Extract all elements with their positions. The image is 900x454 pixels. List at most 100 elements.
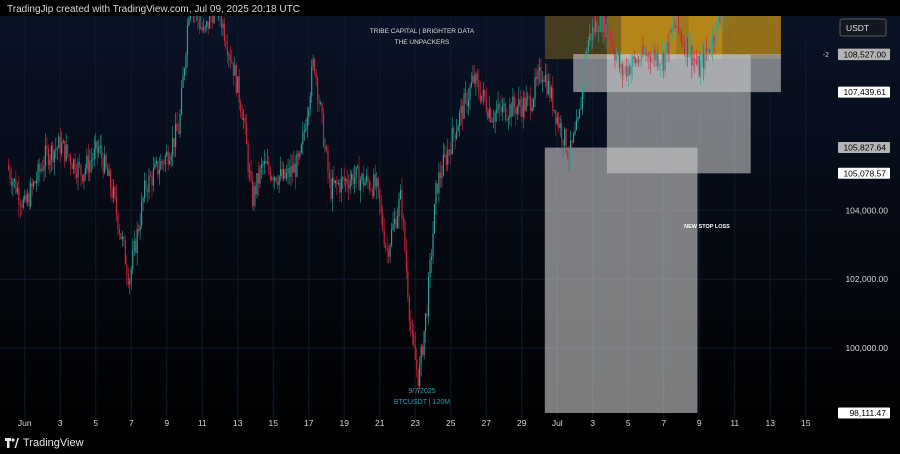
candle-body: [630, 66, 632, 75]
candle-body: [512, 96, 514, 117]
candle-body: [359, 180, 362, 191]
price-badge-label: 108,527.00: [843, 50, 886, 60]
candle-body: [414, 344, 416, 360]
price-chart[interactable]: 100,000.00102,000.00104,000.00112,000.00…: [0, 0, 900, 454]
candle-body: [516, 106, 518, 114]
candle-body: [34, 181, 36, 184]
candle-body: [234, 65, 236, 76]
candle-body: [198, 19, 200, 29]
candle-body: [670, 29, 672, 32]
candle-body: [67, 144, 69, 155]
candle-body: [290, 165, 292, 177]
candle-body: [427, 276, 430, 317]
candle-body: [537, 71, 539, 80]
candle-body: [178, 130, 180, 134]
candle-body: [531, 107, 533, 112]
candle-body: [691, 45, 693, 66]
candle-body: [278, 176, 280, 186]
candle-body: [126, 264, 128, 275]
candle-body: [358, 166, 360, 191]
candle-body: [466, 93, 468, 107]
watermark-line-1: TRIBE CAPITAL | BRIGHTER DATA: [370, 28, 475, 35]
candle-body: [704, 47, 706, 69]
price-badge-label: 105,827.64: [843, 143, 886, 153]
candle-body: [320, 103, 322, 105]
currency-label: USDT: [846, 23, 869, 33]
candle-body: [249, 170, 251, 172]
candle-body: [27, 193, 29, 203]
stop-loss-annotation: NEW STOP LOSS: [684, 224, 730, 230]
candle-body: [680, 34, 683, 43]
time-tick-label: 29: [517, 418, 527, 428]
candle-body: [120, 233, 122, 239]
candle-body: [262, 164, 264, 166]
candle-body: [336, 180, 338, 184]
time-tick-label: 3: [590, 418, 595, 428]
candle-body: [89, 161, 91, 173]
candle-body: [280, 169, 282, 177]
candle-body: [519, 99, 521, 107]
candle-body: [149, 175, 152, 177]
candle-body: [283, 169, 285, 179]
candle-body: [68, 154, 70, 157]
candle-body: [611, 40, 613, 43]
candle-body: [685, 37, 687, 54]
candle-body: [472, 75, 474, 83]
candle-body: [182, 76, 184, 88]
candle-body: [371, 189, 373, 197]
candle-body: [646, 52, 649, 56]
candle-body: [225, 41, 227, 48]
candle-body: [161, 161, 163, 163]
candle-body: [209, 13, 211, 29]
candle-body: [627, 66, 629, 77]
candle-body: [506, 119, 508, 121]
candle-body: [318, 100, 320, 104]
candle-body: [231, 60, 233, 63]
candle-body: [265, 160, 267, 164]
candle-body: [294, 163, 297, 177]
candle-body: [172, 138, 174, 156]
candle-body: [623, 70, 625, 76]
tradingview-window: 100,000.00102,000.00104,000.00112,000.00…: [0, 0, 900, 454]
candle-body: [703, 53, 705, 69]
candle-body: [515, 107, 517, 114]
candle-body: [173, 138, 175, 147]
candle-body: [157, 161, 159, 175]
candle-body: [457, 126, 459, 132]
candle-body: [259, 168, 261, 184]
candle-body: [56, 147, 58, 150]
candle-body: [229, 54, 231, 61]
candle-body: [546, 74, 548, 94]
candle-body: [109, 170, 112, 190]
candle-body: [575, 120, 578, 131]
candle-body: [281, 169, 283, 179]
candle-body: [324, 146, 326, 148]
candle-body: [285, 173, 288, 179]
candle-body: [201, 27, 203, 31]
candle-body: [244, 118, 246, 124]
price-tick-label: 104,000.00: [845, 205, 888, 215]
currency-button[interactable]: USDT: [839, 18, 887, 37]
tradingview-logo[interactable]: TradingView: [5, 436, 84, 450]
candle-body: [80, 164, 82, 176]
candle-body: [527, 96, 529, 98]
candle-body: [713, 35, 715, 44]
candle-body: [206, 21, 208, 27]
candle-body: [640, 45, 643, 61]
candle-body: [121, 236, 123, 239]
candle-body: [36, 180, 38, 184]
candle-body: [33, 181, 35, 187]
candle-body: [547, 80, 549, 94]
candle-body: [272, 177, 274, 181]
candle-body: [373, 174, 375, 197]
candle-body: [504, 103, 507, 120]
candle-body: [559, 123, 561, 129]
candle-body: [132, 250, 134, 270]
candle-body: [482, 90, 484, 96]
candle-body: [183, 68, 186, 77]
candle-body: [485, 98, 487, 112]
candle-body: [467, 99, 470, 107]
candle-body: [399, 189, 402, 199]
candle-body: [487, 111, 489, 119]
candle-body: [247, 144, 249, 172]
